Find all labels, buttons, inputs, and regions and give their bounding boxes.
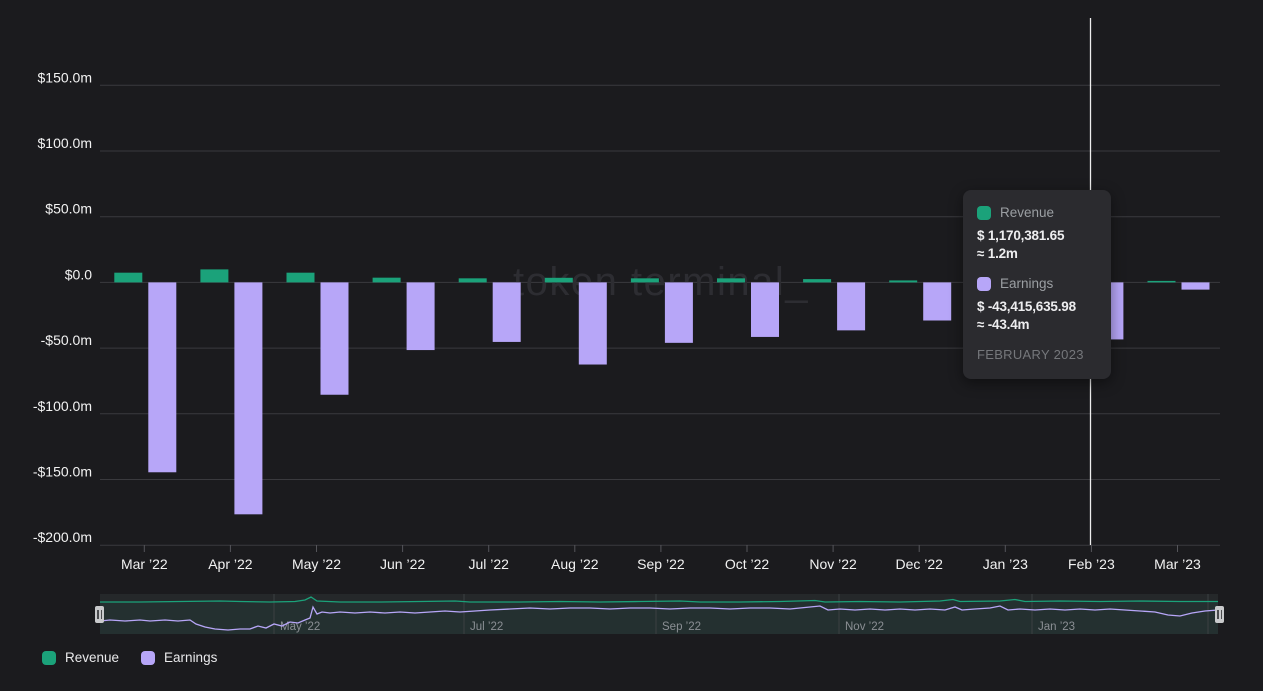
- tooltip-revenue-value: $ 1,170,381.65: [977, 227, 1097, 245]
- revenue-bar[interactable]: [803, 279, 831, 282]
- y-axis-label: $50.0m: [45, 201, 92, 217]
- x-axis-label: Nov ’22: [809, 556, 857, 572]
- y-axis-label: $150.0m: [38, 69, 92, 85]
- brush-label: May ’22: [280, 621, 320, 633]
- legend-earnings-label: Earnings: [164, 650, 217, 665]
- earnings-bar[interactable]: [751, 282, 779, 337]
- revenue-legend-swatch-icon: [42, 651, 56, 665]
- brush-label: Jan ’23: [1038, 621, 1075, 633]
- earnings-swatch-icon: [977, 277, 991, 291]
- x-axis-label: Apr ’22: [208, 556, 253, 572]
- legend: Revenue Earnings: [42, 650, 217, 665]
- brush-label: Sep ’22: [662, 621, 701, 633]
- x-axis-label: Jul ’22: [468, 556, 509, 572]
- revenue-bar[interactable]: [459, 278, 487, 282]
- brush-label: Jul ’22: [470, 621, 503, 633]
- legend-item-earnings[interactable]: Earnings: [141, 650, 217, 665]
- x-axis-label: Jun ’22: [380, 556, 425, 572]
- earnings-bar[interactable]: [579, 282, 607, 364]
- revenue-bar[interactable]: [631, 278, 659, 282]
- earnings-bar[interactable]: [493, 282, 521, 342]
- earnings-bar[interactable]: [1182, 282, 1210, 289]
- revenue-bar[interactable]: [373, 278, 401, 283]
- x-axis-label: Jan ’23: [983, 556, 1028, 572]
- x-axis-label: Aug ’22: [551, 556, 599, 572]
- legend-item-revenue[interactable]: Revenue: [42, 650, 119, 665]
- revenue-bar[interactable]: [545, 278, 573, 283]
- tooltip: Revenue $ 1,170,381.65 ≈ 1.2m Earnings $…: [963, 190, 1111, 379]
- y-axis-label: $0.0: [65, 266, 92, 282]
- revenue-bar[interactable]: [287, 273, 315, 283]
- revenue-bar[interactable]: [200, 269, 228, 282]
- tooltip-earnings-row: Earnings: [977, 276, 1097, 291]
- earnings-bar[interactable]: [665, 282, 693, 342]
- x-axis-label: Dec ’22: [895, 556, 943, 572]
- x-axis-label: Oct ’22: [725, 556, 770, 572]
- earnings-bar[interactable]: [321, 282, 349, 394]
- y-axis-label: -$150.0m: [33, 464, 92, 480]
- y-axis-label: -$100.0m: [33, 398, 92, 414]
- revenue-bar[interactable]: [889, 280, 917, 282]
- y-axis-label: -$50.0m: [41, 332, 92, 348]
- x-axis-label: Feb ’23: [1068, 556, 1115, 572]
- tooltip-period: FEBRUARY 2023: [977, 347, 1097, 362]
- tooltip-earnings-label: Earnings: [1000, 276, 1053, 291]
- earnings-bar[interactable]: [148, 282, 176, 472]
- tooltip-revenue-row: Revenue: [977, 205, 1097, 220]
- earnings-legend-swatch-icon: [141, 651, 155, 665]
- x-axis-label: May ’22: [292, 556, 341, 572]
- brush-label: Nov ’22: [845, 621, 884, 633]
- earnings-bar[interactable]: [837, 282, 865, 330]
- brush-left-handle[interactable]: [95, 606, 104, 623]
- x-axis-label: Mar ’22: [121, 556, 168, 572]
- earnings-bar[interactable]: [234, 282, 262, 514]
- x-axis-label: Sep ’22: [637, 556, 685, 572]
- brush-right-handle[interactable]: [1215, 606, 1224, 623]
- tooltip-revenue-approx: ≈ 1.2m: [977, 245, 1097, 263]
- legend-revenue-label: Revenue: [65, 650, 119, 665]
- earnings-bar[interactable]: [923, 282, 951, 320]
- tooltip-revenue-label: Revenue: [1000, 205, 1054, 220]
- tooltip-earnings-approx: ≈ -43.4m: [977, 316, 1097, 334]
- chart-page: $150.0m $100.0m $50.0m $0.0 -$50.0m -$100.0m -…: [0, 0, 1263, 691]
- revenue-swatch-icon: [977, 206, 991, 220]
- tooltip-earnings-value: $ -43,415,635.98: [977, 298, 1097, 316]
- x-axis-label: Mar ’23: [1154, 556, 1201, 572]
- revenue-bar[interactable]: [1148, 281, 1176, 283]
- earnings-bar[interactable]: [407, 282, 435, 350]
- revenue-bar[interactable]: [114, 273, 142, 283]
- revenue-bar[interactable]: [717, 278, 745, 282]
- y-axis-label: -$200.0m: [33, 529, 92, 545]
- y-axis-label: $100.0m: [38, 135, 92, 151]
